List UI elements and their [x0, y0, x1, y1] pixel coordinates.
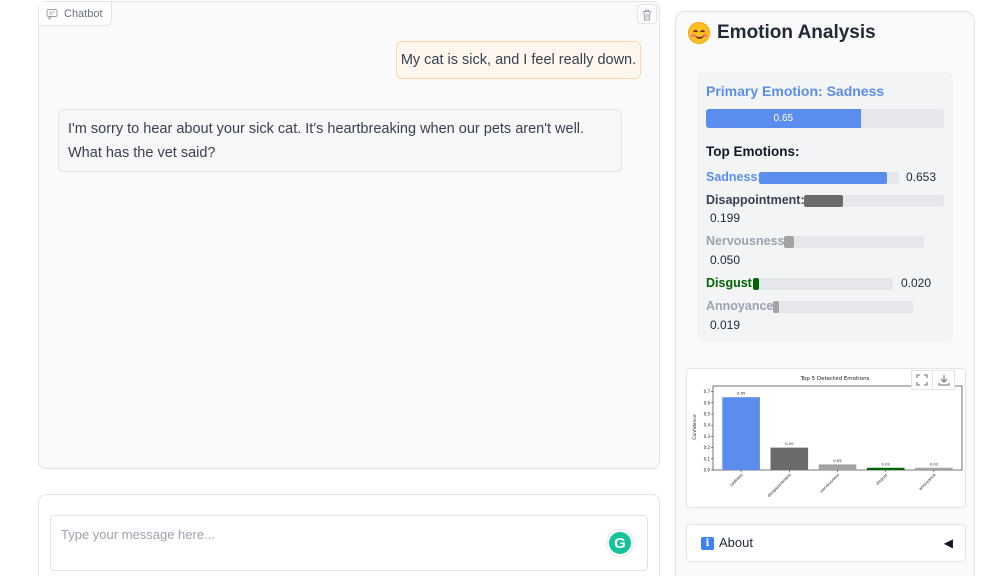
y-tick-label: 0.6	[704, 400, 711, 405]
emotion-bar	[804, 195, 944, 207]
emotion-bar	[784, 236, 924, 248]
emotion-name: Disappointment:	[706, 193, 805, 207]
y-tick-label: 0.7	[704, 389, 711, 394]
emotion-summary: Primary Emotion: Sadness 0.65 Top Emotio…	[697, 72, 953, 342]
input-panel: G	[38, 494, 660, 576]
bar-value-label: 0.05	[833, 458, 842, 463]
emotion-analysis-title: Emotion Analysis	[717, 22, 876, 43]
fullscreen-icon	[916, 374, 928, 386]
emotion-name: Disgust:	[706, 276, 756, 290]
primary-emotion-label: Primary Emotion: Sadness	[706, 83, 885, 99]
primary-emotion-fill: 0.65	[706, 109, 861, 128]
bar-value-label: 0.02	[881, 461, 890, 466]
emotion-bar-fill	[773, 301, 779, 313]
emotion-bar	[753, 278, 893, 290]
emotion-name: Sadness:	[706, 170, 762, 184]
emotion-value: 0.653	[906, 170, 937, 184]
chart-bar-disappointment	[770, 447, 809, 470]
emotion-value: 0.019	[710, 318, 741, 332]
emotion-value: 0.199	[710, 211, 741, 225]
smiling-face-icon	[688, 22, 710, 44]
emotion-bar-fill	[759, 172, 887, 184]
chatbot-label: Chatbot	[39, 2, 112, 26]
message-input[interactable]	[50, 515, 648, 571]
x-tick-label: nervousness	[819, 472, 840, 493]
x-tick-label: sadness	[729, 472, 744, 487]
grammarly-icon[interactable]: G	[607, 530, 633, 556]
about-label: About	[719, 535, 753, 550]
y-tick-label: 0.3	[704, 434, 711, 439]
chart-bar-sadness	[722, 397, 760, 470]
download-icon	[937, 375, 950, 386]
emotion-chart: Top 5 Detected Emotions Confidence 0.0 0.…	[686, 368, 966, 508]
chart-y-label: Confidence	[692, 414, 698, 440]
emotion-value: 0.020	[901, 276, 932, 290]
emotion-bar-fill	[753, 278, 759, 290]
emotion-bar-fill	[804, 195, 843, 207]
download-button[interactable]	[933, 370, 955, 390]
info-icon: i	[701, 537, 714, 550]
chart-marks: 0.0 0.1 0.2 0.3 0.4 0.5 0.6 0.7 0.65 sadness 0.20 d…	[704, 389, 953, 498]
chatbot-panel: Chatbot My cat is sick, and I feel reall…	[38, 1, 660, 469]
x-tick-label: disappointment	[766, 472, 792, 498]
chart-title: Top 5 Detected Emotions	[800, 376, 870, 382]
y-tick-label: 0.4	[704, 423, 711, 428]
primary-emotion-bar: 0.65	[706, 109, 944, 128]
user-message: My cat is sick, and I feel really down.	[396, 41, 641, 79]
x-tick-label: disgust	[875, 472, 889, 486]
x-tick-label: annoyance	[918, 472, 937, 491]
y-tick-label: 0.1	[704, 456, 711, 461]
bot-message: I'm sorry to hear about your sick cat. I…	[58, 109, 622, 172]
emotion-bar-fill	[784, 236, 794, 248]
emotion-side-panel: Emotion Analysis Primary Emotion: Sadnes…	[675, 11, 975, 576]
top-emotions-heading: Top Emotions:	[706, 144, 800, 159]
trash-icon	[643, 9, 651, 20]
chart-toolbar	[911, 370, 955, 390]
emotion-name: Nervousness:	[706, 234, 789, 248]
y-tick-label: 0.2	[704, 445, 711, 450]
chatbot-label-text: Chatbot	[64, 7, 103, 20]
about-accordion[interactable]: i About ◀	[686, 524, 966, 562]
emotion-bar	[759, 172, 899, 184]
emotion-bar	[773, 301, 913, 313]
bar-value-label: 0.65	[737, 391, 746, 396]
emotion-analysis-heading: Emotion Analysis	[688, 22, 876, 44]
y-tick-label: 0.5	[704, 412, 711, 417]
chart-bar-nervousness	[818, 464, 857, 470]
collapse-caret-icon: ◀	[943, 536, 953, 550]
y-tick-label: 0.0	[704, 468, 711, 473]
bar-value-label: 0.02	[930, 461, 939, 466]
chat-bubble-icon	[46, 8, 58, 20]
fullscreen-button[interactable]	[911, 370, 933, 390]
bar-value-label: 0.20	[785, 441, 794, 446]
clear-chat-button[interactable]	[637, 4, 657, 24]
emotion-name: Annoyance:	[706, 299, 778, 313]
emotion-value: 0.050	[710, 253, 741, 267]
chart-bar-disgust	[866, 467, 905, 470]
chart-bar-annoyance	[915, 467, 953, 470]
